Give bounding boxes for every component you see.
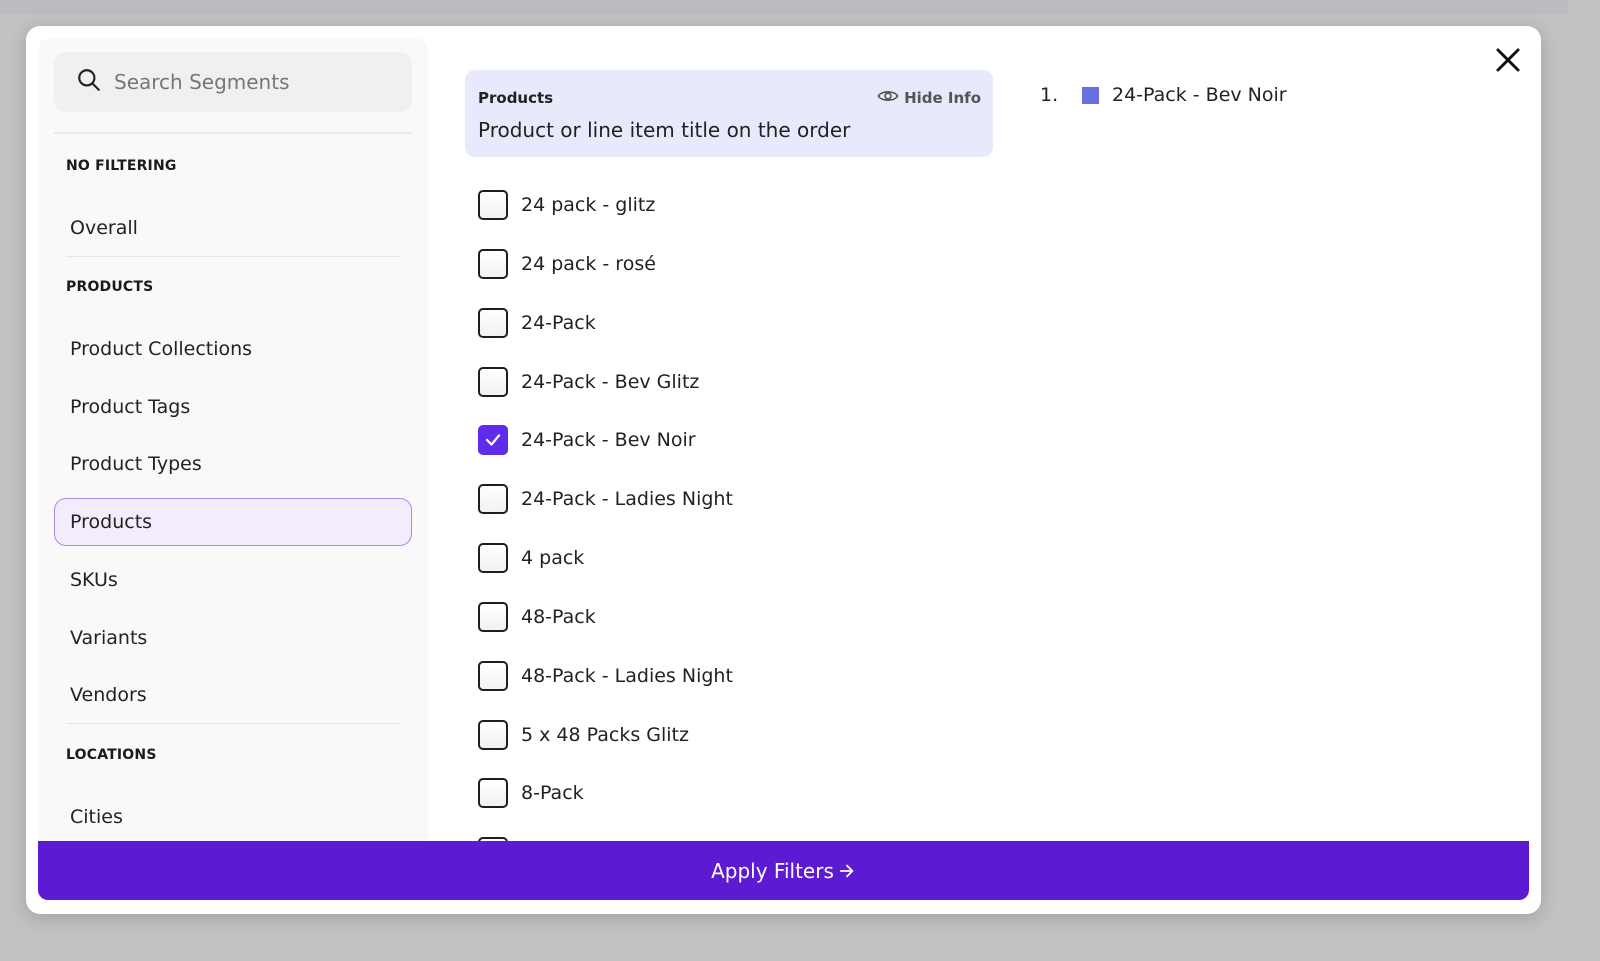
- option-item[interactable]: 24 pack - rosé: [478, 247, 656, 281]
- group-label-products: PRODUCTS: [66, 279, 154, 295]
- sidebar-item-skus[interactable]: SKUs: [54, 556, 412, 604]
- group-label-locations: LOCATIONS: [66, 747, 157, 763]
- checkbox[interactable]: [478, 484, 508, 514]
- checkbox[interactable]: [478, 543, 508, 573]
- checkbox[interactable]: [478, 308, 508, 338]
- check-icon: [485, 434, 501, 446]
- selected-index: 1.: [1040, 84, 1059, 106]
- sidebar-item-cities[interactable]: Cities: [54, 793, 412, 841]
- group-label-no-filtering: NO FILTERING: [66, 158, 177, 174]
- option-label: 24 pack - glitz: [521, 194, 656, 216]
- apply-filters-label: Apply Filters: [711, 858, 834, 883]
- search-box[interactable]: [54, 52, 412, 112]
- option-label: 48-Pack: [521, 606, 596, 628]
- sidebar-item-product-tags[interactable]: Product Tags: [54, 383, 412, 431]
- search-input[interactable]: [114, 70, 394, 94]
- selected-segments-list: 1. 24-Pack - Bev Noir: [1040, 84, 1287, 106]
- option-label: 8-Pack: [521, 782, 584, 804]
- segment-filter-modal: NO FILTERING Overall PRODUCTS Product Co…: [26, 26, 1541, 914]
- sidebar-item-product-types[interactable]: Product Types: [54, 440, 412, 488]
- arrow-right-icon: [839, 864, 854, 877]
- option-label: 24-Pack - Bev Noir: [521, 429, 696, 451]
- backdrop: [0, 0, 1568, 14]
- selected-label: 24-Pack - Bev Noir: [1112, 84, 1287, 106]
- option-item[interactable]: 24-Pack - Bev Glitz: [478, 365, 699, 399]
- checkbox[interactable]: [478, 720, 508, 750]
- option-item[interactable]: 8-Pack: [478, 776, 584, 810]
- divider: [54, 132, 412, 134]
- segment-info-box: Products Hide Info Product or line item …: [465, 70, 993, 157]
- divider: [66, 723, 400, 724]
- apply-filters-button[interactable]: Apply Filters: [38, 841, 1529, 900]
- option-item[interactable]: 4 pack: [478, 541, 584, 575]
- checkbox[interactable]: [478, 602, 508, 632]
- segments-sidebar: NO FILTERING Overall PRODUCTS Product Co…: [38, 38, 428, 868]
- divider: [66, 256, 400, 257]
- options-list[interactable]: 24 pack - glitz 24 pack - rosé 24-Pack 2…: [478, 186, 978, 842]
- eye-icon: [877, 88, 904, 108]
- option-label: 5 x 48 Packs Glitz: [521, 724, 689, 746]
- option-label: 24 pack - rosé: [521, 253, 656, 275]
- checkbox[interactable]: [478, 249, 508, 279]
- color-swatch: [1082, 86, 1099, 104]
- option-item[interactable]: 24-Pack - Ladies Night: [478, 482, 733, 516]
- option-label: 24-Pack: [521, 312, 596, 334]
- checkbox[interactable]: [478, 190, 508, 220]
- checkbox[interactable]: [478, 425, 508, 455]
- hide-info-button[interactable]: Hide Info: [877, 88, 981, 108]
- hide-info-label: Hide Info: [904, 89, 981, 107]
- option-item[interactable]: 48-Pack - Ladies Night: [478, 659, 733, 693]
- checkbox[interactable]: [478, 367, 508, 397]
- option-item[interactable]: 48-Pack: [478, 600, 596, 634]
- sidebar-item-overall[interactable]: Overall: [54, 204, 412, 252]
- option-item[interactable]: 5 x 48 Packs Glitz: [478, 718, 689, 752]
- option-label: 4 pack: [521, 547, 585, 569]
- option-label: 24-Pack - Ladies Night: [521, 488, 733, 510]
- close-icon: [1496, 48, 1520, 72]
- sidebar-item-variants[interactable]: Variants: [54, 614, 412, 662]
- option-item[interactable]: 24-Pack - Bev Noir: [478, 423, 696, 457]
- checkbox[interactable]: [478, 661, 508, 691]
- close-button[interactable]: [1492, 44, 1524, 76]
- info-title: Products: [478, 89, 554, 107]
- checkbox[interactable]: [478, 778, 508, 808]
- option-label: 48-Pack - Ladies Night: [521, 665, 733, 687]
- search-icon: [76, 67, 102, 97]
- sidebar-item-vendors[interactable]: Vendors: [54, 671, 412, 719]
- sidebar-item-product-collections[interactable]: Product Collections: [54, 325, 412, 373]
- info-description: Product or line item title on the order: [478, 118, 851, 142]
- option-item[interactable]: 24-Pack: [478, 306, 596, 340]
- sidebar-item-products[interactable]: Products: [54, 498, 412, 546]
- option-label: 24-Pack - Bev Glitz: [521, 371, 700, 393]
- option-item[interactable]: 24 pack - glitz: [478, 188, 655, 222]
